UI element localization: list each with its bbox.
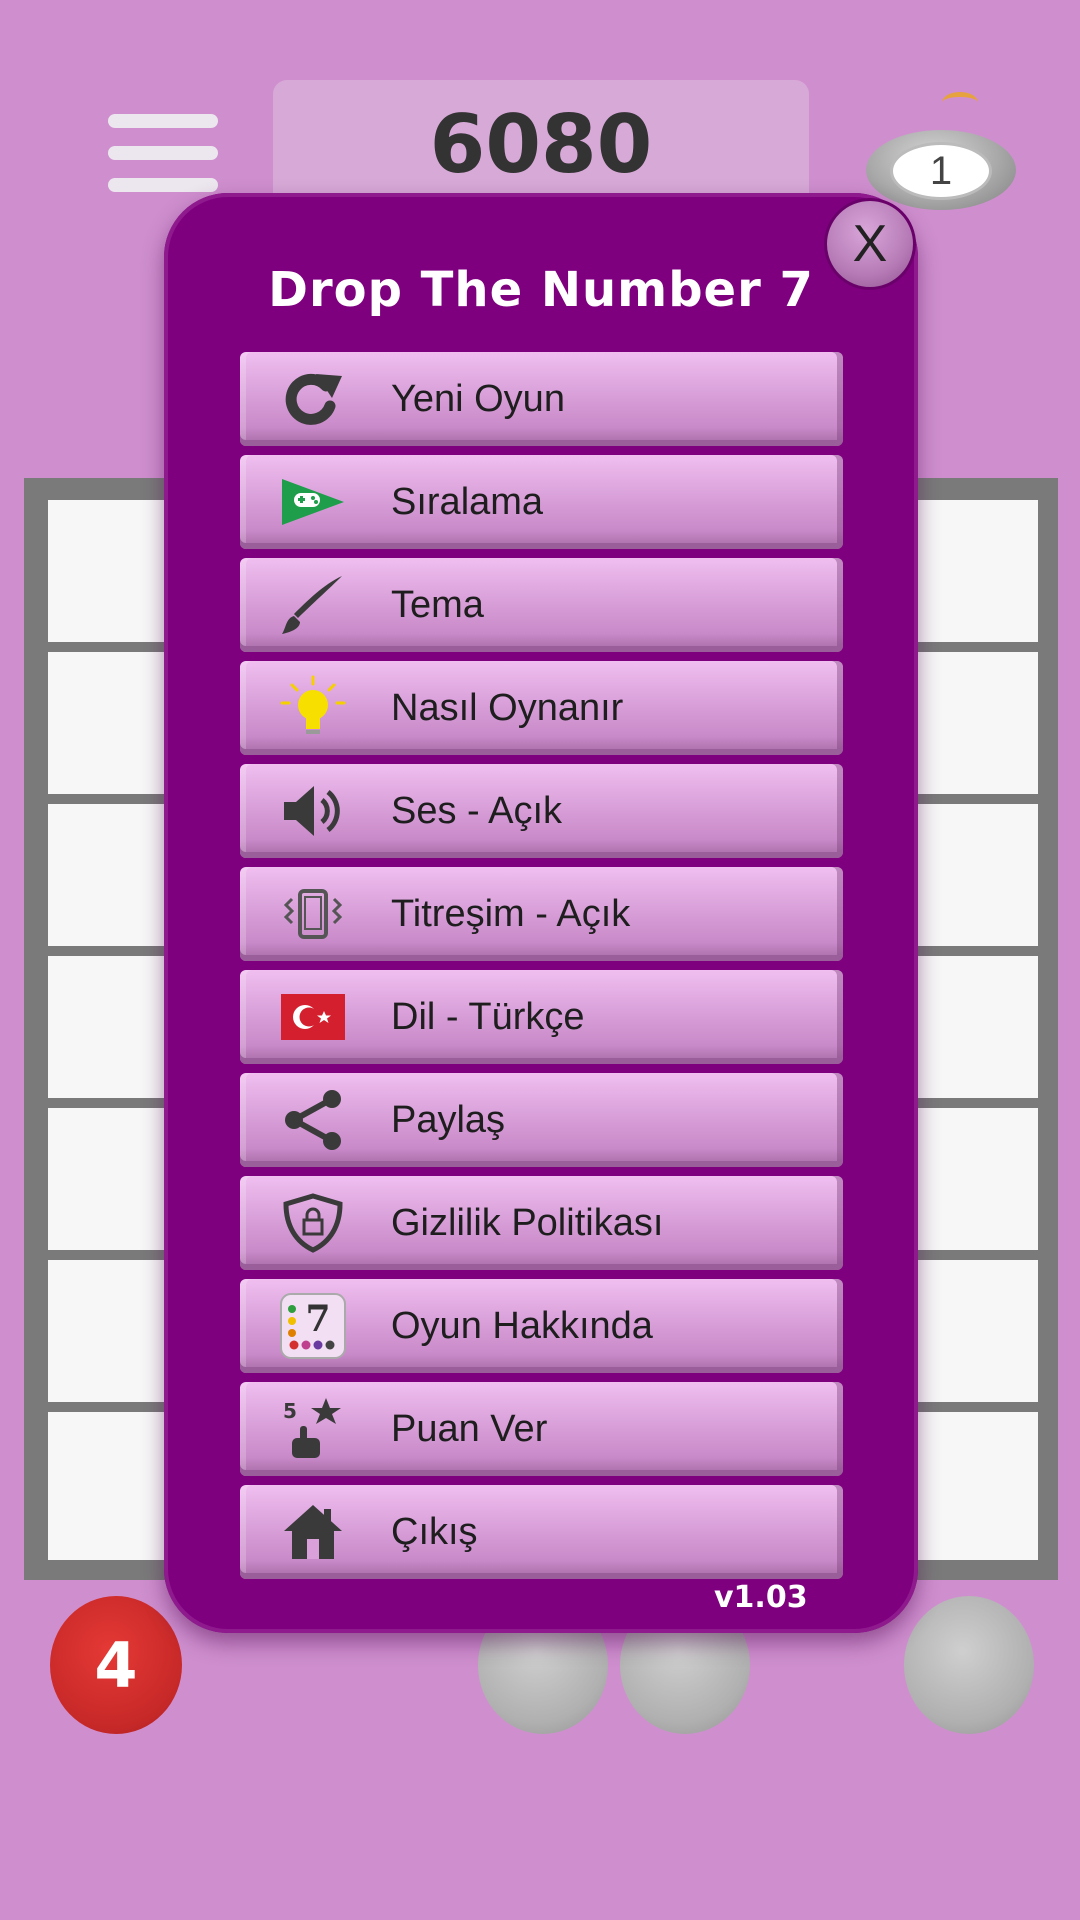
menu-item-rate[interactable]: 5 Puan Ver [240,1382,843,1476]
bomb-count: 1 [890,142,992,200]
restart-icon [285,373,342,425]
menu-item-language[interactable]: Dil - Türkçe [240,970,843,1064]
menu-item-sound[interactable]: Ses - Açık [240,764,843,858]
share-icon [285,1090,341,1150]
menu-item-about-game[interactable]: 7 Oyun Hakkında [240,1279,843,1373]
menu-item-label: Nasıl Oynanır [391,687,624,729]
svg-text:5: 5 [283,1399,297,1423]
next-ball: 4 [50,1596,182,1734]
menu-item-how-to-play[interactable]: Nasıl Oynanır [240,661,843,755]
vibration-icon [283,889,343,939]
menu-item-label: Gizlilik Politikası [391,1202,664,1244]
menu-item-label: Paylaş [391,1099,506,1141]
menu-item-share[interactable]: Paylaş [240,1073,843,1167]
menu-item-label: Ses - Açık [391,790,563,832]
rate-star-icon: 5 [283,1398,341,1458]
menu-item-label: Yeni Oyun [391,378,565,420]
bomb-fuse-icon [942,92,978,113]
menu-item-leaderboard[interactable]: Sıralama [240,455,843,549]
board-cell[interactable] [916,500,1038,642]
menu-item-label: Sıralama [391,481,544,523]
menu-item-label: Titreşim - Açık [391,893,631,935]
bomb-powerup-button[interactable]: 1 [866,92,1016,212]
board-cell[interactable] [916,1260,1038,1402]
board-cell[interactable] [916,652,1038,794]
menu-item-theme[interactable]: Tema [240,558,843,652]
menu-item-label: Dil - Türkçe [391,996,585,1038]
menu-item-label: Puan Ver [391,1408,548,1450]
menu-item-privacy-policy[interactable]: Gizlilik Politikası [240,1176,843,1270]
board-cell[interactable] [916,804,1038,946]
lightbulb-icon [280,675,346,734]
menu-hamburger-icon[interactable] [108,114,218,194]
board-cell[interactable] [916,1108,1038,1250]
privacy-shield-icon [283,1193,343,1253]
close-button[interactable]: X [824,198,916,290]
modal-title: Drop The Number 7 [268,262,814,318]
menu-item-new-game[interactable]: Yeni Oyun [240,352,843,446]
menu-item-label: Çıkış [391,1511,478,1553]
board-cell[interactable] [916,956,1038,1098]
play-games-controller-icon [282,479,344,525]
turkey-flag-icon [281,994,345,1040]
brush-icon [282,576,342,634]
version-label: v1.03 [714,1580,808,1615]
app-logo-icon: 7 [280,1293,346,1359]
queued-ball [904,1596,1034,1734]
menu-item-vibration[interactable]: Titreşim - Açık [240,867,843,961]
speaker-icon [284,786,340,836]
menu-item-label: Tema [391,584,484,626]
board-cell[interactable] [916,1412,1038,1560]
svg-text:7: 7 [305,1298,330,1340]
menu-item-exit[interactable]: Çıkış [240,1485,843,1579]
home-icon [284,1505,342,1559]
menu-item-label: Oyun Hakkında [391,1305,653,1347]
